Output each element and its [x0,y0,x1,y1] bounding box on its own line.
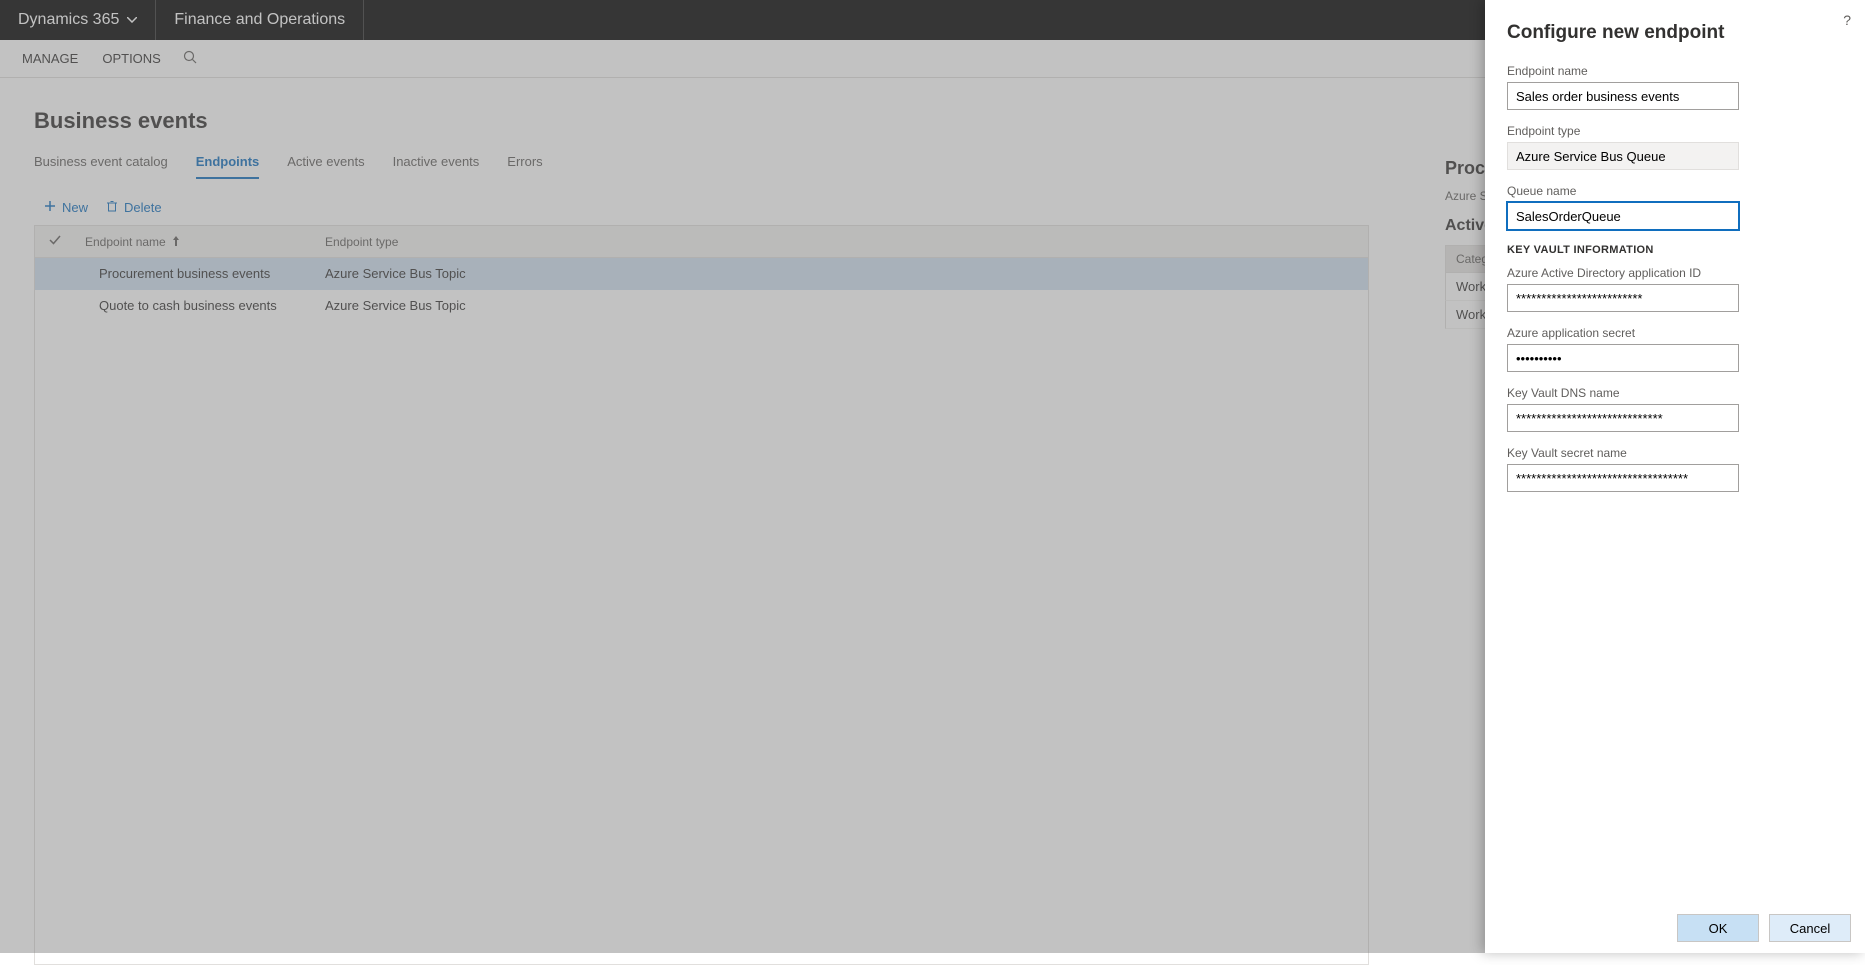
help-icon[interactable]: ? [1843,12,1851,28]
ok-button[interactable]: OK [1677,914,1759,942]
slideout-footer: OK Cancel [1485,903,1865,953]
aad-app-id-input[interactable] [1507,284,1739,312]
queue-name-label: Queue name [1507,184,1843,198]
app-secret-input[interactable] [1507,344,1739,372]
key-vault-section-heading: KEY VAULT INFORMATION [1507,244,1843,256]
aad-app-id-label: Azure Active Directory application ID [1507,266,1843,280]
endpoint-type-input[interactable] [1507,142,1739,170]
kv-dns-label: Key Vault DNS name [1507,386,1843,400]
kv-dns-input[interactable] [1507,404,1739,432]
endpoint-name-input[interactable] [1507,82,1739,110]
app-secret-label: Azure application secret [1507,326,1843,340]
slideout-title: Configure new endpoint [1507,22,1843,44]
configure-endpoint-panel: ? Configure new endpoint Endpoint name E… [1485,0,1865,953]
kv-secret-input[interactable] [1507,464,1739,492]
kv-secret-label: Key Vault secret name [1507,446,1843,460]
endpoint-name-label: Endpoint name [1507,64,1843,78]
cancel-button[interactable]: Cancel [1769,914,1851,942]
endpoint-type-label: Endpoint type [1507,124,1843,138]
queue-name-input[interactable] [1507,202,1739,230]
